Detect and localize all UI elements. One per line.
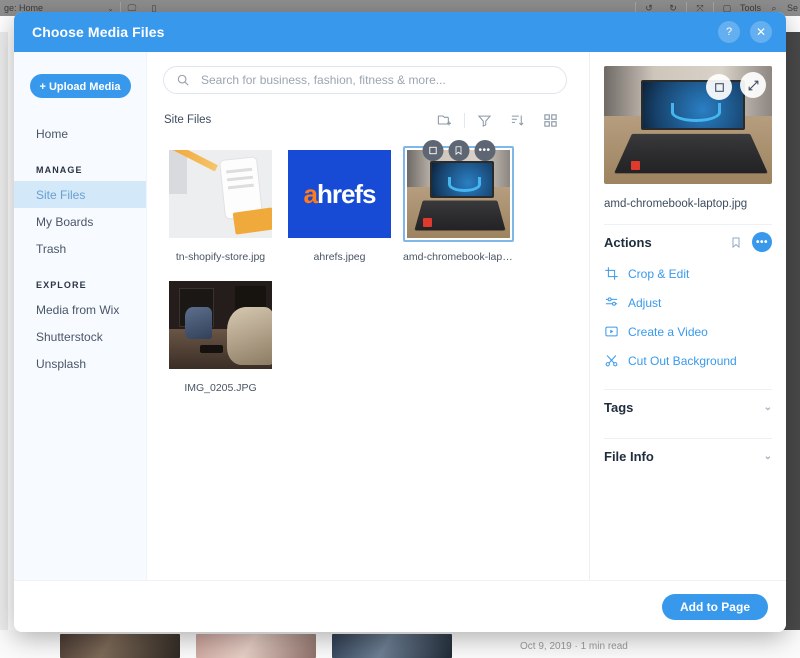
choose-media-files-dialog: Choose Media Files ? ✕ + Upload Media Ho… [14,12,786,632]
tags-section[interactable]: Tags ⌄ [604,390,772,424]
sort-button[interactable] [501,109,534,131]
file-info-section[interactable]: File Info ⌄ [604,439,772,473]
file-thumbnail-frame: ahrefs [284,146,395,242]
file-thumbnail-image [169,150,272,238]
sidebar-item-my-boards[interactable]: My Boards [14,208,146,235]
action-label: Create a Video [628,324,708,339]
more-label: ••• [478,145,491,156]
preview-expand-icon[interactable] [740,72,766,98]
selected-file-name: amd-chromebook-laptop.jpg [604,198,748,210]
chevron-down-icon: ⌄ [763,401,772,413]
file-tile-selected[interactable]: ••• amd-chromebook-laptop.... [403,140,514,263]
file-name-label: amd-chromebook-laptop.... [403,251,514,263]
crop-icon[interactable] [422,140,443,161]
dialog-header-actions: ? ✕ [718,21,772,43]
background-post-thumb [196,634,316,658]
scissors-icon [604,353,619,368]
file-thumbnail-image [407,150,510,238]
search-label: Se [786,3,798,13]
dialog-footer: Add to Page [14,580,786,632]
sidebar-item-label: Site Files [36,187,86,202]
upload-media-button[interactable]: + Upload Media [29,74,131,98]
preview-crop-icon[interactable] [706,74,732,100]
actions-section-header: Actions ••• [604,225,772,259]
file-tile[interactable]: tn-shopify-store.jpg [165,146,276,263]
file-name-label: ahrefs.jpeg [313,251,366,263]
bookmark-icon[interactable] [730,236,742,249]
sidebar-item-label: Trash [36,241,67,256]
dialog-body: + Upload Media Home MANAGE Site Files My… [14,52,786,580]
dialog-title: Choose Media Files [32,24,165,40]
divider [464,112,465,128]
new-folder-button[interactable] [428,109,461,131]
file-tile[interactable]: IMG_0205.JPG [165,277,276,394]
search-input[interactable] [199,72,554,88]
file-name-label: tn-shopify-store.jpg [175,251,266,263]
sidebar-group-manage: MANAGE [36,165,83,175]
file-browser: Site Files [147,52,590,580]
sidebar-group-explore: EXPLORE [36,280,87,290]
action-label: Crop & Edit [628,266,690,281]
action-create-a-video[interactable]: Create a Video [604,317,772,346]
video-icon [604,324,619,339]
file-name-label: IMG_0205.JPG [184,382,257,394]
file-thumbnail-frame [165,146,276,242]
help-button[interactable]: ? [718,21,740,43]
tile-hover-actions: ••• [422,140,495,161]
sidebar-item-label: Unsplash [36,356,87,371]
add-to-page-button[interactable]: Add to Page [661,593,768,620]
dialog-header: Choose Media Files ? ✕ [14,12,786,52]
chevron-down-icon: ⌄ [763,450,772,462]
action-cut-out-background[interactable]: Cut Out Background [604,346,772,375]
background-post-thumbs [60,634,452,658]
sidebar-item-media-from-wix[interactable]: Media from Wix [14,296,146,323]
actions-more-button[interactable]: ••• [752,232,772,252]
sidebar-item-site-files[interactable]: Site Files [14,181,146,208]
action-label: Cut Out Background [628,353,737,368]
sidebar-item-trash[interactable]: Trash [14,235,146,262]
file-info-title: File Info [604,448,654,464]
sidebar: + Upload Media Home MANAGE Site Files My… [14,52,147,580]
background-post-thumb [60,634,180,658]
tags-title: Tags [604,399,634,415]
sidebar-item-label: My Boards [36,214,94,229]
search-box[interactable] [163,66,567,94]
file-thumbnail-frame: ••• [403,140,514,242]
sliders-icon [604,295,619,310]
background-post-thumb [332,634,452,658]
view-grid-button[interactable] [534,109,567,131]
sidebar-item-label: Shutterstock [36,329,103,344]
sidebar-item-unsplash[interactable]: Unsplash [14,350,146,377]
details-panel: amd-chromebook-laptop.jpg Actions ••• Cr… [590,52,786,580]
action-crop-and-edit[interactable]: Crop & Edit [604,259,772,288]
file-grid: tn-shopify-store.jpg ahrefs ahrefs.jpeg [147,134,589,580]
file-thumbnail-image: ahrefs [288,150,391,238]
action-label: Adjust [628,295,662,310]
breadcrumb: Site Files [164,114,212,126]
search-icon [176,73,190,87]
filter-button[interactable] [468,109,501,131]
more-icon[interactable]: ••• [474,140,495,161]
preview-image [604,66,772,184]
crop-icon [604,266,619,281]
actions-title: Actions [604,234,652,250]
bookmark-icon[interactable] [448,140,469,161]
action-adjust[interactable]: Adjust [604,288,772,317]
background-post-meta: Oct 9, 2019 · 1 min read [520,641,628,652]
sidebar-item-label: Media from Wix [36,302,120,317]
background-blog-strip: Oct 9, 2019 · 1 min read [0,630,800,658]
search-row [147,52,589,94]
file-thumbnail-frame [165,277,276,373]
close-button[interactable]: ✕ [750,21,772,43]
background-left-rail [0,32,8,630]
sidebar-item-label: Home [36,126,69,141]
sidebar-item-shutterstock[interactable]: Shutterstock [14,323,146,350]
browser-toolbar [428,109,567,131]
sidebar-item-home[interactable]: Home [14,120,146,147]
file-thumbnail-image [169,281,272,369]
breadcrumb-row: Site Files [147,94,589,134]
file-tile[interactable]: ahrefs ahrefs.jpeg [284,146,395,263]
more-label: ••• [755,236,768,248]
